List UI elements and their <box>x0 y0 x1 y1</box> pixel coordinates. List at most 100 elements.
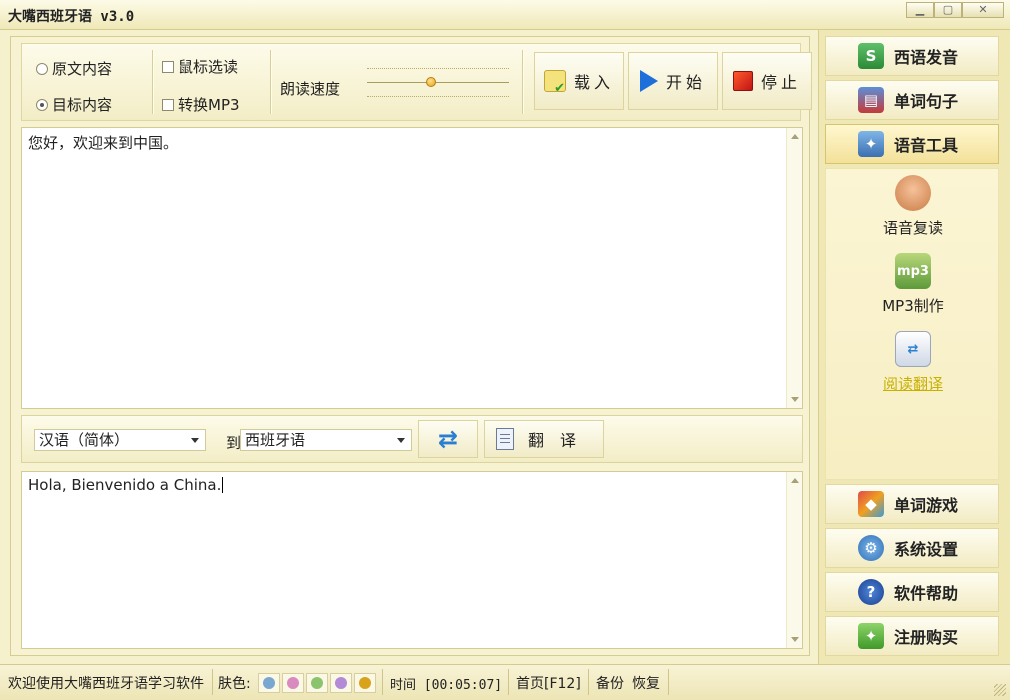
right-nav-panel: S 西语发音 ▤ 单词句子 ✦ 语音工具 语音复读 mp3 MP3制作 ⇄ 阅读… <box>818 30 1010 664</box>
stop-icon <box>732 71 753 91</box>
scroll-down-arrow-icon[interactable] <box>791 397 799 402</box>
target-language-value: 西班牙语 <box>245 431 306 449</box>
skin-color-dot <box>287 677 299 689</box>
nav-settings[interactable]: ⚙ 系统设置 <box>825 528 999 568</box>
translate-button[interactable]: 翻译 <box>484 420 604 458</box>
radio-target-indicator[interactable] <box>36 98 48 111</box>
skin-swatch-purple[interactable] <box>330 673 352 693</box>
nav-help[interactable]: ? 软件帮助 <box>825 572 999 612</box>
game-icon: ◆ <box>858 491 884 517</box>
divider <box>522 50 524 114</box>
nav-voice-tools[interactable]: ✦ 语音工具 <box>825 124 999 164</box>
nav-register-label: 注册购买 <box>894 628 959 647</box>
window-controls: ▁ ▢ ✕ <box>906 2 1004 18</box>
backup-link[interactable]: 备份 <box>596 673 624 693</box>
subtool-repeat[interactable]: 语音复读 <box>826 175 1000 238</box>
subtool-repeat-label: 语音复读 <box>882 219 943 237</box>
load-icon <box>543 70 569 96</box>
swap-icon: ⇄ <box>437 425 459 453</box>
gear-icon: ⚙ <box>858 535 884 561</box>
books-icon: ▤ <box>858 87 884 113</box>
source-text-area[interactable]: 您好，欢迎来到中国。 <box>21 127 803 409</box>
status-divider <box>668 669 669 695</box>
nav-games[interactable]: ◆ 单词游戏 <box>825 484 999 524</box>
nav-help-label: 软件帮助 <box>894 584 959 603</box>
mp3-icon: mp3 <box>895 253 931 289</box>
radio-source-indicator[interactable] <box>36 62 48 75</box>
nav-settings-label: 系统设置 <box>894 540 959 559</box>
skin-swatch-green[interactable] <box>306 673 328 693</box>
radio-target-content[interactable]: 目标内容 <box>36 94 112 115</box>
close-button[interactable]: ✕ <box>962 2 1004 18</box>
source-language-select[interactable]: 汉语（简体） <box>34 429 206 451</box>
maximize-button[interactable]: ▢ <box>934 2 962 18</box>
subtool-mp3[interactable]: mp3 MP3制作 <box>826 253 1000 316</box>
translate-label: 翻译 <box>527 431 592 450</box>
source-language-value: 汉语（简体） <box>39 431 130 449</box>
person-headset-icon <box>895 175 931 211</box>
radio-source-content[interactable]: 原文内容 <box>36 58 112 79</box>
voice-tools-subpanel: 语音复读 mp3 MP3制作 ⇄ 阅读翻译 <box>825 168 999 480</box>
document-icon <box>495 428 514 450</box>
skin-swatch-pink[interactable] <box>282 673 304 693</box>
help-icon: ? <box>858 579 884 605</box>
target-language-select[interactable]: 西班牙语 <box>240 429 412 451</box>
checkbox-mouse-read[interactable]: 鼠标选读 <box>162 56 238 77</box>
status-welcome: 欢迎使用大嘴西班牙语学习软件 <box>8 676 204 692</box>
skin-swatch-gold[interactable] <box>354 673 376 693</box>
checkbox-mouse-read-box[interactable] <box>162 60 174 73</box>
start-button[interactable]: 开始 <box>628 52 718 110</box>
restore-link[interactable]: 恢复 <box>632 673 660 693</box>
dropdown-arrow-icon[interactable] <box>191 438 199 443</box>
scroll-up-arrow-icon[interactable] <box>791 134 799 139</box>
status-divider <box>588 669 589 695</box>
divider <box>152 50 154 114</box>
nav-games-label: 单词游戏 <box>894 496 959 515</box>
target-text: Hola, Bienvenido a China. <box>28 476 222 494</box>
source-text: 您好，欢迎来到中国。 <box>28 134 179 152</box>
home-link[interactable]: 首页[F12] <box>516 673 581 693</box>
start-label: 开始 <box>665 73 706 92</box>
checkbox-convert-mp3-box[interactable] <box>162 98 174 111</box>
to-label: 到 <box>226 434 242 452</box>
status-divider <box>212 669 213 695</box>
nav-pronunciation[interactable]: S 西语发音 <box>825 36 999 76</box>
slider-ticks-top <box>367 68 509 69</box>
swap-languages-button[interactable]: ⇄ <box>418 420 478 458</box>
nav-pronunciation-label: 西语发音 <box>894 48 959 67</box>
checkbox-convert-mp3[interactable]: 转换MP3 <box>162 94 240 115</box>
radio-source-label: 原文内容 <box>52 60 113 78</box>
title-bar: 大嘴西班牙语 v3.0 ▁ ▢ ✕ <box>0 0 1010 30</box>
checkbox-mouse-read-label: 鼠标选读 <box>178 58 239 76</box>
scroll-up-arrow-icon[interactable] <box>791 478 799 483</box>
slider-ticks-bottom <box>367 96 509 97</box>
register-star-icon: ✦ <box>858 623 884 649</box>
window-title: 大嘴西班牙语 v3.0 <box>8 9 135 25</box>
stop-label: 停止 <box>760 73 801 92</box>
load-button[interactable]: 载入 <box>534 52 624 110</box>
nav-register[interactable]: ✦ 注册购买 <box>825 616 999 656</box>
subtool-reading[interactable]: ⇄ 阅读翻译 <box>826 331 1000 394</box>
status-divider <box>382 669 383 695</box>
speed-slider[interactable] <box>367 66 509 100</box>
resize-grip[interactable] <box>994 684 1006 696</box>
skin-swatch-blue[interactable] <box>258 673 280 693</box>
source-scrollbar[interactable] <box>786 128 802 408</box>
target-text-line: Hola, Bienvenido a China. <box>28 476 224 494</box>
dropdown-arrow-icon[interactable] <box>397 438 405 443</box>
main-panel: 原文内容 目标内容 鼠标选读 转换MP3 朗读速度 载入 <box>10 36 812 656</box>
nav-sentences[interactable]: ▤ 单词句子 <box>825 80 999 120</box>
skin-color-dot <box>335 677 347 689</box>
slider-thumb[interactable] <box>426 77 436 87</box>
status-bar: 欢迎使用大嘴西班牙语学习软件 肤色: 时间 [00:05:07] 首页[F12]… <box>0 664 1010 700</box>
book-icon: S <box>858 43 884 69</box>
target-text-area[interactable]: Hola, Bienvenido a China. <box>21 471 803 649</box>
stop-button[interactable]: 停止 <box>722 52 812 110</box>
minimize-button[interactable]: ▁ <box>906 2 934 18</box>
play-icon <box>639 70 658 92</box>
scroll-down-arrow-icon[interactable] <box>791 637 799 642</box>
target-scrollbar[interactable] <box>786 472 802 648</box>
skin-color-dot <box>263 677 275 689</box>
radio-target-label: 目标内容 <box>52 96 113 114</box>
checkbox-convert-mp3-label: 转换MP3 <box>178 96 240 114</box>
